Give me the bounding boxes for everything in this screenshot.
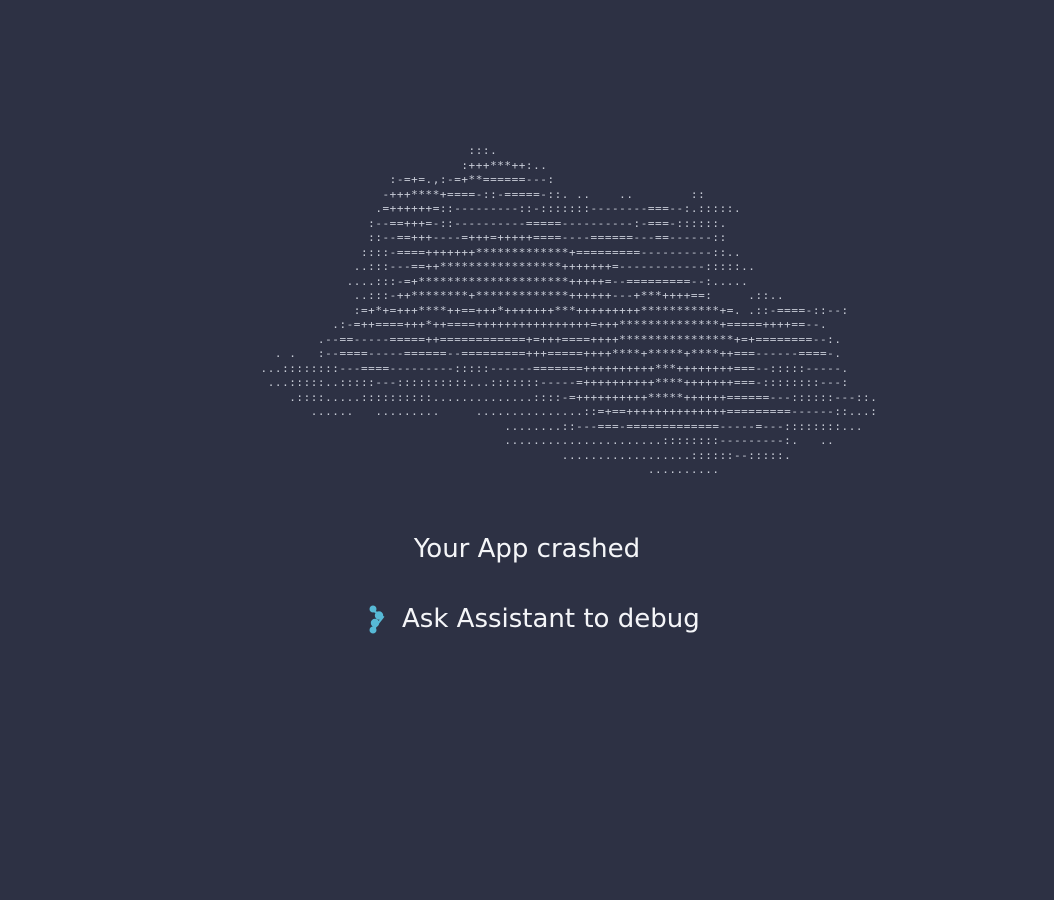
ask-assistant-label: Ask Assistant to debug bbox=[402, 604, 700, 634]
crash-illustration: :::. :+++***++:.. :-=+=.,:-=+**======---… bbox=[0, 140, 1054, 480]
ask-assistant-debug-button[interactable]: Ask Assistant to debug bbox=[358, 596, 708, 642]
ascii-art-cloud: :::. :+++***++:.. :-=+=.,:-=+**======---… bbox=[260, 144, 878, 476]
crash-title: Your App crashed bbox=[413, 534, 641, 564]
assistant-icon bbox=[366, 603, 388, 635]
